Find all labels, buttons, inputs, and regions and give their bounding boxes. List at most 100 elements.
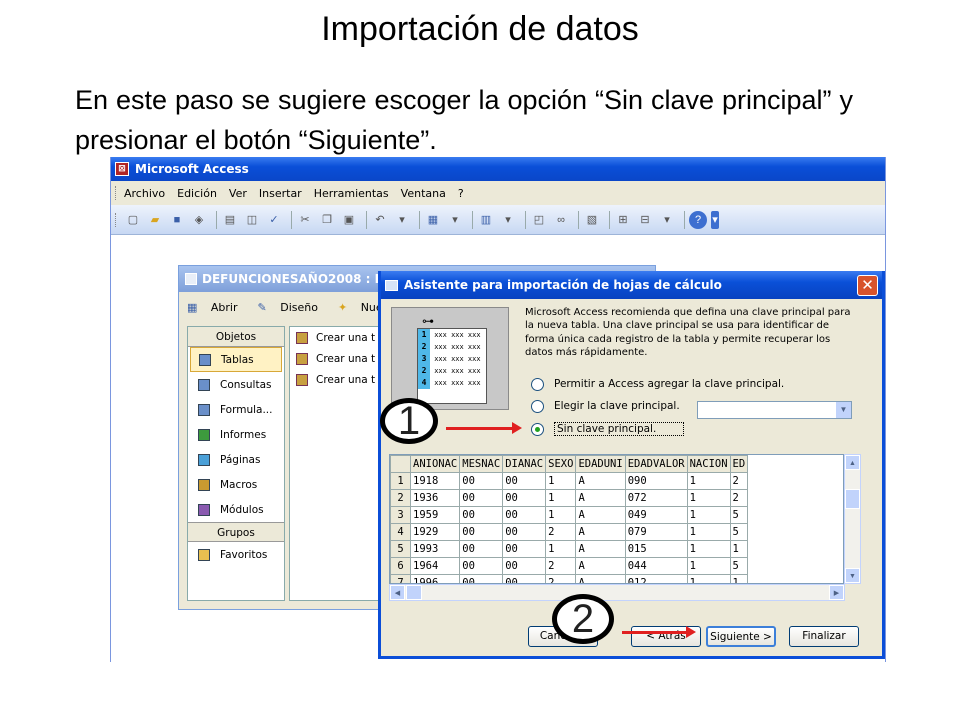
open-icon: ▦: [187, 300, 198, 314]
toolbar-separator: [578, 210, 579, 229]
grid-header-row: ANIONAC MESNAC DIANAC SEXO EDADUNI EDADV…: [390, 455, 749, 473]
menubar: Archivo Edición Ver Insertar Herramienta…: [111, 181, 885, 205]
module-icon: [198, 503, 210, 516]
close-icon[interactable]: ✕: [857, 275, 878, 296]
object-tables[interactable]: Tablas: [190, 347, 282, 372]
wizard-icon: [296, 352, 308, 365]
scroll-left-icon[interactable]: ◀: [390, 585, 405, 600]
undo-icon[interactable]: ↶: [371, 211, 389, 229]
illustration-row: 4 xxx xxx xxx: [418, 377, 486, 389]
menu-herramientas[interactable]: Herramientas: [314, 187, 389, 200]
menu-ventana[interactable]: Ventana: [401, 187, 446, 200]
dropdown-arrow-icon[interactable]: ▾: [658, 211, 676, 229]
illustration-row: 1 xxx xxx xxx: [418, 329, 486, 341]
primary-key-select[interactable]: ▼: [697, 401, 852, 419]
properties-icon[interactable]: ▧: [583, 211, 601, 229]
scroll-thumb[interactable]: [406, 585, 422, 600]
toolbar-separator: [472, 210, 473, 229]
save-icon[interactable]: ■: [168, 211, 186, 229]
cut-icon[interactable]: ✂: [296, 211, 314, 229]
search-file-icon[interactable]: ◈: [190, 211, 208, 229]
office-links-icon[interactable]: ▦: [424, 211, 442, 229]
group-favorites[interactable]: Favoritos: [188, 542, 284, 567]
menu-ver[interactable]: Ver: [229, 187, 247, 200]
scroll-right-icon[interactable]: ▶: [829, 585, 844, 600]
callout-1: 1: [380, 398, 438, 444]
toolbar-separator: [216, 210, 217, 229]
dropdown-arrow-icon[interactable]: ▾: [499, 211, 517, 229]
database-icon: [185, 273, 197, 285]
table-row: 7 1996 00 00 2 A 012 1 1: [390, 574, 749, 583]
open-button[interactable]: ▦ Abrir: [187, 301, 248, 314]
table-row: 5 1993 00 00 1 A 015 1 1: [390, 540, 749, 558]
new-object-icon[interactable]: ⊟: [636, 211, 654, 229]
radio-no-key[interactable]: [531, 422, 544, 436]
menubar-grip-icon: [115, 186, 118, 200]
wizard-description: Microsoft Access recomienda que defina u…: [525, 307, 851, 358]
object-modules[interactable]: Módulos: [188, 497, 284, 522]
data-preview-grid[interactable]: ANIONAC MESNAC DIANAC SEXO EDADUNI EDADV…: [389, 454, 844, 584]
favorites-folder-icon: [198, 548, 210, 561]
design-button[interactable]: ✎ Diseño: [258, 301, 328, 314]
relationships-icon[interactable]: ⊞: [614, 211, 632, 229]
object-forms[interactable]: Formula...: [188, 397, 284, 422]
toolbar-separator: [419, 210, 420, 229]
arrow-to-no-key-option: [446, 422, 522, 434]
analyze-icon[interactable]: ▥: [477, 211, 495, 229]
access-title: Microsoft Access: [135, 162, 249, 176]
design-icon: ✎: [257, 300, 267, 314]
horizontal-scrollbar[interactable]: ◀ ▶: [389, 584, 845, 601]
option-choose-key[interactable]: Elegir la clave principal.: [531, 396, 680, 416]
dropdown-arrow-icon[interactable]: ▾: [446, 211, 464, 229]
print-icon[interactable]: ▤: [221, 211, 239, 229]
spelling-icon[interactable]: ✓: [265, 211, 283, 229]
toolbar-options-icon[interactable]: ▾: [711, 210, 719, 229]
new-icon: ✦: [337, 300, 348, 314]
wizard-icon: [296, 373, 308, 386]
menu-edicion[interactable]: Edición: [177, 187, 217, 200]
object-macros[interactable]: Macros: [188, 472, 284, 497]
paste-icon[interactable]: ▣: [340, 211, 358, 229]
table-row: 6 1964 00 00 2 A 044 1 5: [390, 557, 749, 575]
script-icon[interactable]: ∞: [552, 211, 570, 229]
table-row: 4 1929 00 00 2 A 079 1 5: [390, 523, 749, 541]
page-icon: [198, 453, 210, 466]
chevron-down-icon[interactable]: ▼: [835, 402, 851, 418]
report-icon: [198, 428, 210, 441]
finish-button[interactable]: Finalizar: [789, 626, 859, 647]
help-icon[interactable]: ?: [689, 210, 707, 229]
radio-choose-key[interactable]: [531, 399, 544, 413]
objects-pane: Objetos Tablas Consultas Formula... Info…: [187, 326, 285, 601]
wizard-title: Asistente para importación de hojas de c…: [404, 278, 722, 292]
menu-archivo[interactable]: Archivo: [124, 187, 165, 200]
print-preview-icon[interactable]: ◫: [243, 211, 261, 229]
toolbar-separator: [291, 210, 292, 229]
table-row: 1 1918 00 00 1 A 090 1 2: [390, 472, 749, 490]
dropdown-arrow-icon[interactable]: ▾: [393, 211, 411, 229]
import-wizard-dialog: Asistente para importación de hojas de c…: [378, 271, 885, 659]
next-button[interactable]: Siguiente >: [706, 626, 776, 647]
menu-help[interactable]: ?: [458, 187, 464, 200]
objects-header[interactable]: Objetos: [188, 327, 284, 347]
illustration-table: 1 xxx xxx xxx 2 xxx xxx xxx 3 xxx xxx xx…: [417, 328, 487, 404]
object-reports[interactable]: Informes: [188, 422, 284, 447]
code-icon[interactable]: ◰: [530, 211, 548, 229]
object-pages[interactable]: Páginas: [188, 447, 284, 472]
vertical-scrollbar[interactable]: ▲ ▼: [844, 454, 861, 584]
standard-toolbar: ▢ ▰ ■ ◈ ▤ ◫ ✓ ✂ ❐ ▣ ↶ ▾ ▦ ▾ ▥ ▾ ◰ ∞ ▧ ⊞ …: [111, 205, 885, 235]
new-file-icon[interactable]: ▢: [124, 211, 142, 229]
scroll-up-icon[interactable]: ▲: [845, 455, 860, 470]
copy-icon[interactable]: ❐: [318, 211, 336, 229]
open-folder-icon[interactable]: ▰: [146, 211, 164, 229]
toolbar-separator: [684, 210, 685, 229]
groups-header[interactable]: Grupos: [188, 522, 284, 542]
menu-insertar[interactable]: Insertar: [259, 187, 302, 200]
radio-add-key[interactable]: [531, 377, 544, 391]
scroll-down-icon[interactable]: ▼: [845, 568, 860, 583]
wizard-window-icon: [385, 279, 398, 291]
object-queries[interactable]: Consultas: [188, 372, 284, 397]
option-no-key[interactable]: Sin clave principal.: [531, 419, 684, 439]
scroll-thumb[interactable]: [845, 489, 860, 509]
option-add-key[interactable]: Permitir a Access agregar la clave princ…: [531, 374, 784, 394]
macro-icon: [198, 478, 210, 491]
